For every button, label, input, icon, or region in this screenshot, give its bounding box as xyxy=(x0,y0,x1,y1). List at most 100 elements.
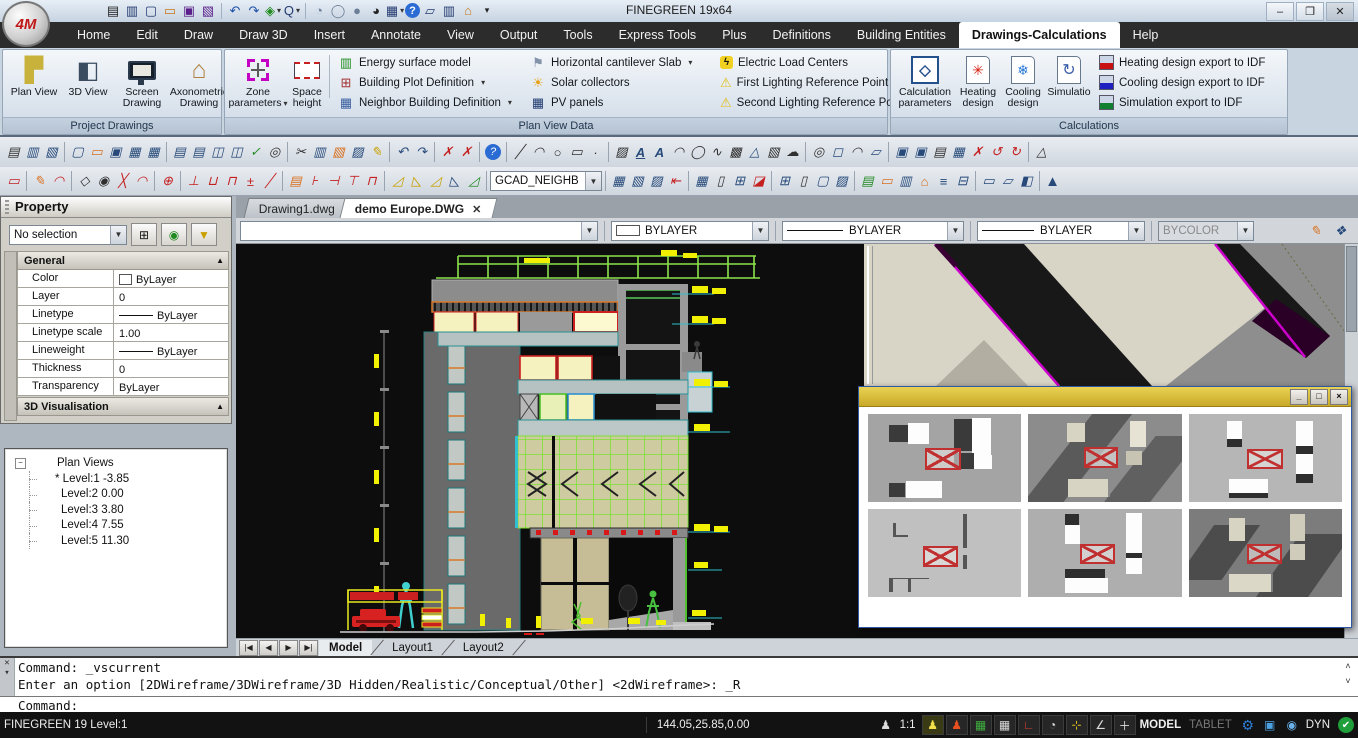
linetype-combo[interactable]: BYLAYER▼ xyxy=(782,221,964,241)
arc-red-icon[interactable] xyxy=(132,172,151,191)
doc-tab-drawing1[interactable]: Drawing1.dwg xyxy=(244,198,351,218)
maximize-button[interactable]: ❐ xyxy=(1296,2,1324,21)
cloud-tool-icon[interactable] xyxy=(866,143,885,162)
undo-icon[interactable] xyxy=(393,143,412,162)
first-lighting-reference-point-item[interactable]: ⚠ First Lighting Reference Point xyxy=(720,74,905,91)
revcloud-icon[interactable] xyxy=(783,143,802,162)
house-icon[interactable] xyxy=(915,172,934,191)
tablet-toggle[interactable]: TABLET xyxy=(1189,719,1232,731)
dim-ordinate-icon[interactable] xyxy=(222,172,241,191)
cooling-design-button[interactable]: ❄ Cooling design xyxy=(1001,52,1045,116)
person-run-icon[interactable]: ♟ xyxy=(946,715,968,735)
command-scroll-arrows[interactable]: ˄˅ xyxy=(1341,660,1355,690)
measure-5-icon[interactable] xyxy=(464,172,483,191)
electric-load-centers-item[interactable]: ϟ Electric Load Centers xyxy=(720,54,905,71)
roof-icon[interactable] xyxy=(998,172,1017,191)
tab-insert[interactable]: Insert xyxy=(301,22,358,48)
property-scrollbar[interactable] xyxy=(4,251,17,421)
circle-icon[interactable] xyxy=(548,143,567,162)
floating-plans-window[interactable]: _ □ × xyxy=(858,386,1352,628)
center-mark-icon[interactable] xyxy=(158,172,177,191)
match-properties-icon[interactable] xyxy=(1306,221,1325,240)
float-minimize-button[interactable]: _ xyxy=(1290,389,1308,405)
cascade-windows-icon[interactable]: ▣ xyxy=(1260,716,1280,734)
arc-text-icon[interactable] xyxy=(669,143,688,162)
import-acis-icon[interactable] xyxy=(144,143,163,162)
line-icon[interactable] xyxy=(510,143,529,162)
brick-wall-icon[interactable] xyxy=(692,172,711,191)
ortho-icon[interactable]: ∟ xyxy=(1018,715,1040,735)
paste-special-icon[interactable] xyxy=(348,143,367,162)
bld-doc-icon[interactable] xyxy=(42,143,61,162)
tab-help[interactable]: Help xyxy=(1120,22,1172,48)
tab-draw-3d[interactable]: Draw 3D xyxy=(226,22,301,48)
first-tab-icon[interactable]: |◀ xyxy=(239,640,258,656)
property-row-lineweight[interactable]: Lineweight ByLayer xyxy=(17,342,229,360)
spline-icon[interactable] xyxy=(707,143,726,162)
tree-item-level-4[interactable]: Level:4 7.55 xyxy=(15,518,227,534)
3d-view-button[interactable]: ◧ 3D View xyxy=(61,52,115,116)
solar-collectors-item[interactable]: ☀ Solar collectors xyxy=(530,74,710,91)
tab-plus[interactable]: Plus xyxy=(709,22,759,48)
lineweight-combo[interactable]: BYLAYER▼ xyxy=(977,221,1145,241)
paste-icon[interactable] xyxy=(329,143,348,162)
delete-icon[interactable] xyxy=(968,143,987,162)
copy-icon[interactable] xyxy=(310,143,329,162)
boundary-icon[interactable] xyxy=(828,143,847,162)
property-palette-title[interactable]: Property xyxy=(1,197,231,218)
tab-drawings-calculations[interactable]: Drawings-Calculations xyxy=(959,22,1120,48)
dim-edit-1-icon[interactable] xyxy=(286,172,305,191)
screen-drawing-button[interactable]: Screen Drawing xyxy=(115,52,169,116)
pv-panels-item[interactable]: ▦ PV panels xyxy=(530,94,710,111)
tree-item-level-5[interactable]: Level:5 11.30 xyxy=(15,533,227,549)
plan-thumbnail-3[interactable] xyxy=(1189,414,1342,502)
axonometric-drawing-button[interactable]: ⌂ Axonometric Drawing xyxy=(169,52,229,116)
coordinates-display[interactable]: 144.05,25.85,0.00 xyxy=(657,719,750,731)
tab-definitions[interactable]: Definitions xyxy=(760,22,844,48)
close-command-icon[interactable]: ✕ xyxy=(4,658,9,668)
tree-item-level-2[interactable]: Level:2 0.00 xyxy=(15,487,227,503)
measure-4-icon[interactable] xyxy=(445,172,464,191)
close-button[interactable]: ✕ xyxy=(1326,2,1354,21)
dim-baseline-icon[interactable] xyxy=(203,172,222,191)
snap-tracking-icon[interactable]: ∠ xyxy=(1090,715,1112,735)
select-objects-icon[interactable]: ⊞ xyxy=(131,223,157,246)
hatch-edit-icon[interactable] xyxy=(726,143,745,162)
float-close-button[interactable]: × xyxy=(1330,389,1348,405)
annotation-pen-icon[interactable]: ◉ xyxy=(1282,716,1302,734)
ellipse-icon[interactable] xyxy=(688,143,707,162)
wipeout-icon[interactable] xyxy=(764,143,783,162)
window-pane-icon[interactable] xyxy=(775,172,794,191)
bld-save-icon[interactable] xyxy=(23,143,42,162)
property-row-layer[interactable]: Layer 0 xyxy=(17,288,229,306)
drawing-canvas[interactable]: _ □ × xyxy=(236,244,1358,638)
snap-grid-icon[interactable]: ▦ xyxy=(970,715,992,735)
plan-thumbnail-6[interactable] xyxy=(1189,509,1342,597)
second-lighting-reference-point-item[interactable]: ⚠ Second Lighting Reference Point xyxy=(720,94,905,111)
save-icon[interactable] xyxy=(106,143,125,162)
grid-display-icon[interactable]: ▦ xyxy=(994,715,1016,735)
expand-command-icon[interactable]: ▾ xyxy=(4,668,9,678)
spell-check-icon[interactable] xyxy=(246,143,265,162)
tab-home[interactable]: Home xyxy=(64,22,123,48)
polar-tracking-icon[interactable]: ◔ xyxy=(1042,715,1064,735)
tree-item-level-1[interactable]: * Level:1 -3.85 xyxy=(15,471,227,487)
plot-icon[interactable] xyxy=(189,143,208,162)
help-icon[interactable] xyxy=(485,144,501,160)
zone-parameters-button[interactable]: Zone parameters xyxy=(229,52,287,116)
tab-layout1[interactable]: Layout1 xyxy=(382,640,443,656)
slab-icon[interactable] xyxy=(979,172,998,191)
building-plot-definition-item[interactable]: ⊞ Building Plot Definition xyxy=(338,74,520,91)
window-big-icon[interactable] xyxy=(813,172,832,191)
text-underline-icon[interactable] xyxy=(631,143,650,162)
heating-design-button[interactable]: ✳ Heating design xyxy=(955,52,1001,116)
array-icon[interactable] xyxy=(949,143,968,162)
polygon-icon[interactable] xyxy=(745,143,764,162)
copy-nested-icon[interactable] xyxy=(892,143,911,162)
property-row-color[interactable]: Color ByLayer xyxy=(17,270,229,288)
simulation-button[interactable]: ↻ Simulatio xyxy=(1045,52,1093,116)
tab-express-tools[interactable]: Express Tools xyxy=(606,22,710,48)
color-combo[interactable]: BYLAYER▼ xyxy=(611,221,769,241)
cut-icon[interactable] xyxy=(291,143,310,162)
window-grid-icon[interactable] xyxy=(730,172,749,191)
